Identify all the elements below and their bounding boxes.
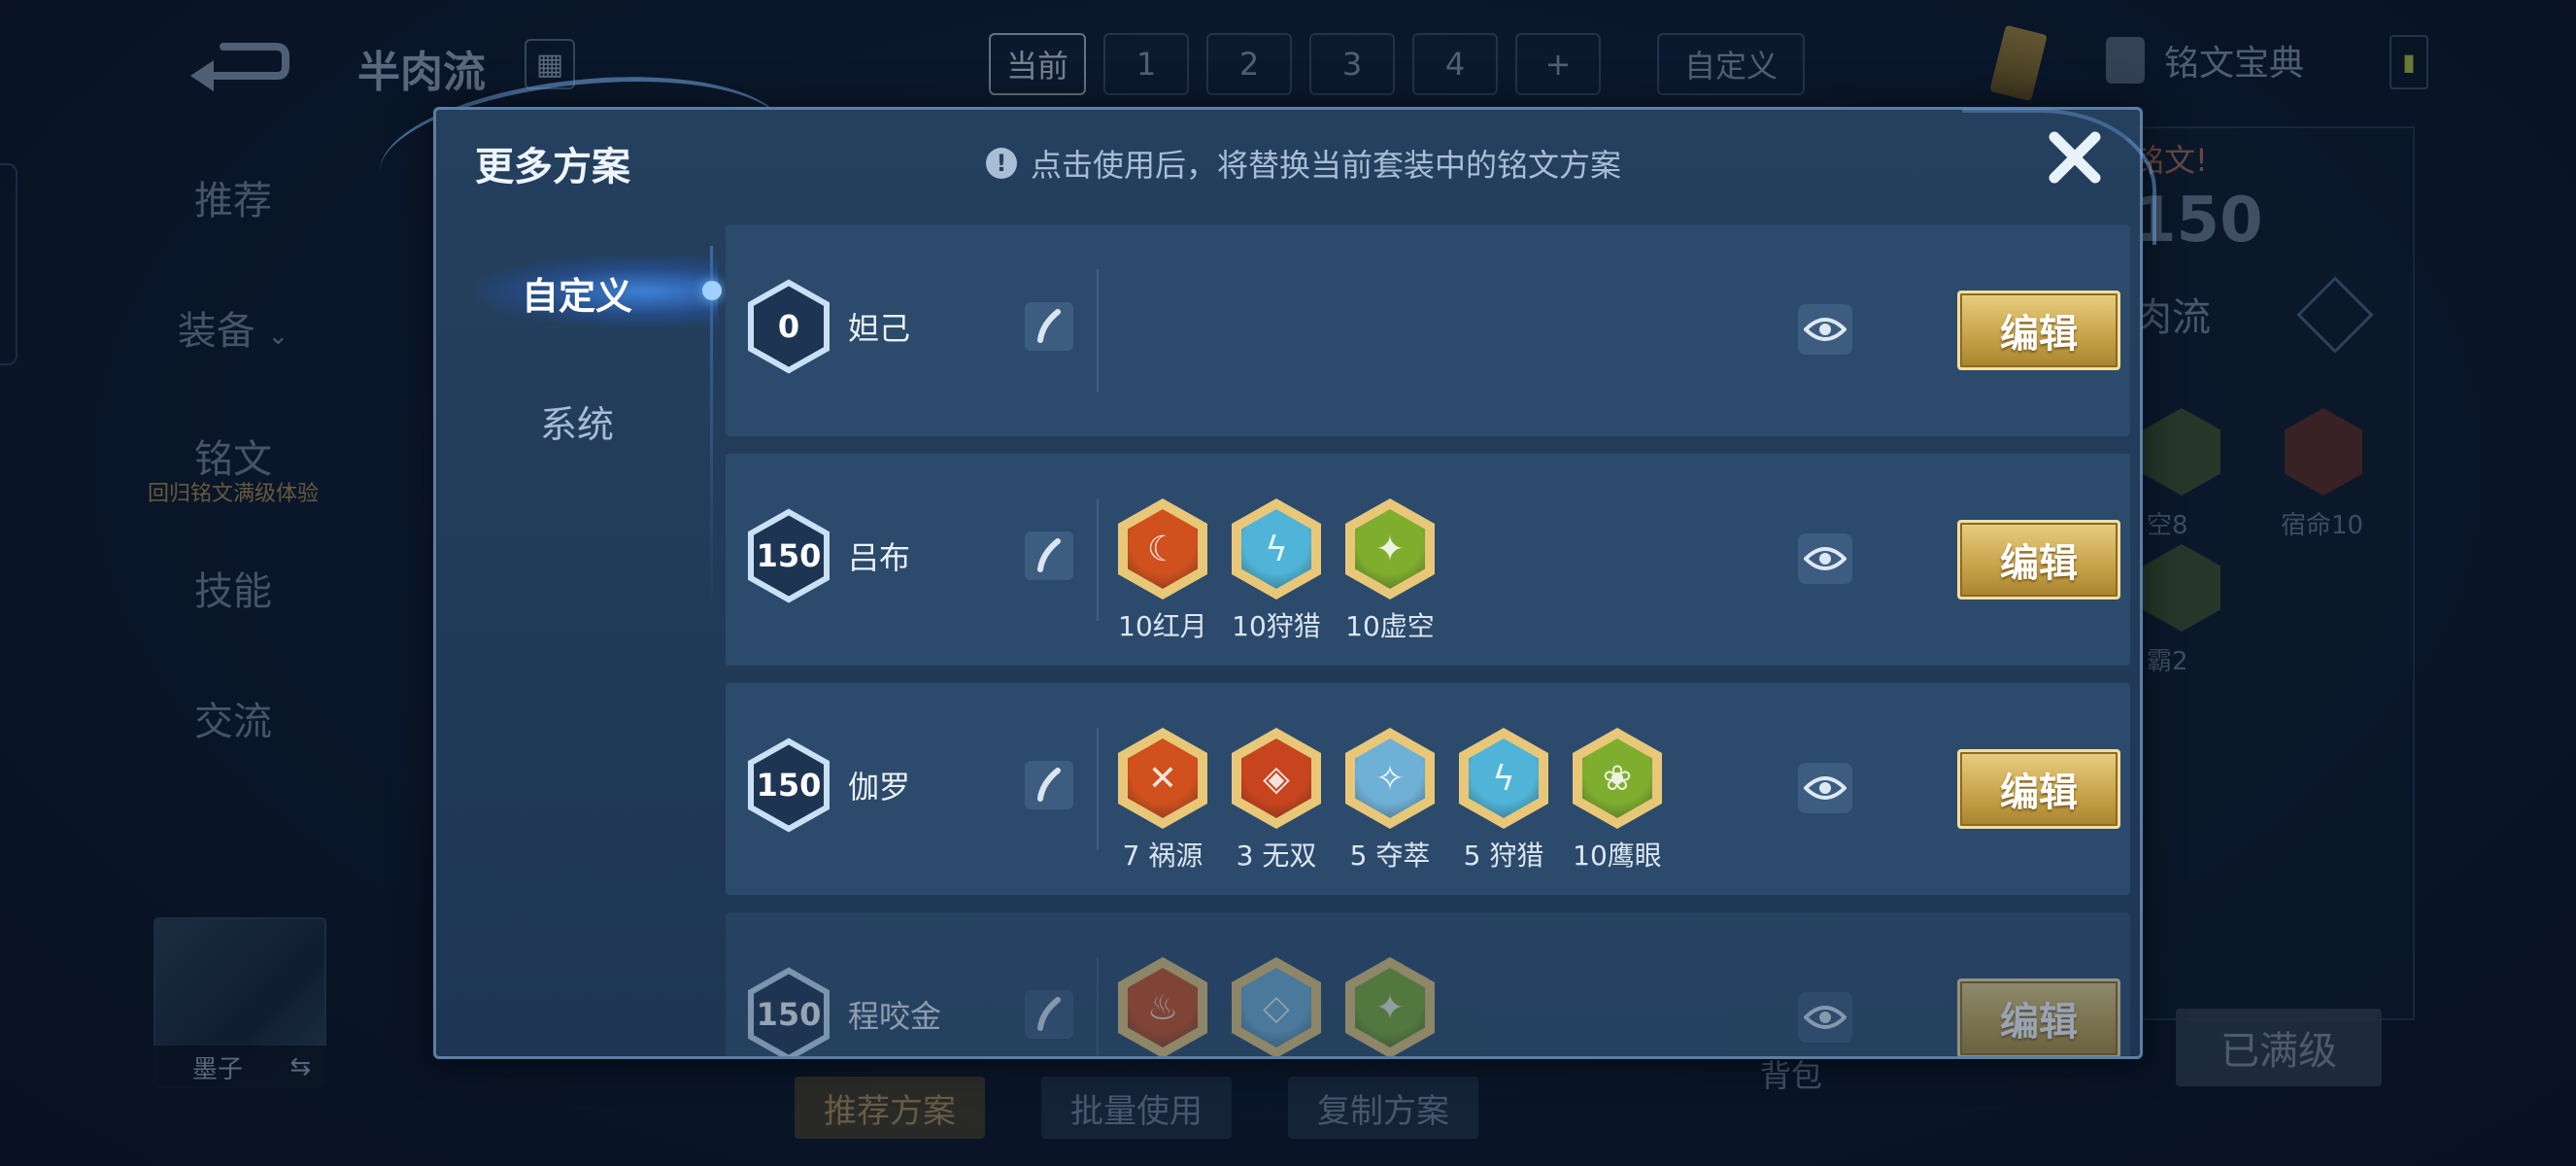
level-value: 150 [756, 996, 822, 1033]
plan-name: 吕布 [848, 539, 911, 576]
rune-label: 10红月 [1118, 610, 1207, 642]
rune-icon: ☾ [1118, 498, 1207, 600]
row-divider [1097, 957, 1099, 1056]
plan-list[interactable]: 0 妲己 编辑 150 吕布 ☾ 10红月 ϟ 10狩猎 ✦ 10虚空 编辑 1… [726, 224, 2130, 1056]
rune-icon: ✦ [1345, 498, 1435, 600]
level-badge: 0 [747, 279, 830, 374]
plan-row[interactable]: 150 伽罗 ✕ 7 祸源 ◈ 3 无双 ✧ 5 夺萃 ϟ 5 狩猎 ❀ 10鹰… [726, 683, 2130, 895]
pen-icon [1037, 538, 1061, 572]
level-badge: 150 [747, 967, 830, 1056]
rune-item[interactable]: ✦ 10虚空 [1341, 498, 1439, 644]
rune-icon: ϟ [1232, 498, 1321, 600]
rune-label: 10虚空 [1345, 610, 1435, 642]
rune-item[interactable]: ❀ 10鹰眼 [1569, 728, 1666, 874]
plan-row[interactable]: 0 妲己 编辑 [726, 224, 2130, 436]
info-icon: ! [986, 148, 1017, 179]
rune-glyph: ✕ [1128, 738, 1198, 818]
rune-icon: ✦ [1345, 957, 1435, 1056]
more-plans-dialog: 更多方案 ! 点击使用后，将替换当前套装中的铭文方案 自定义 系统 0 妲己 编… [433, 107, 2143, 1059]
preview-button[interactable] [1798, 992, 1852, 1043]
rune-item[interactable]: ϟ 10狩猎 [1228, 498, 1325, 644]
rune-glyph: ✦ [1355, 968, 1425, 1047]
rune-label: 7 祸源 [1122, 840, 1203, 872]
rune-item[interactable]: ☾ 10红月 [1114, 498, 1211, 644]
rename-button[interactable] [1025, 532, 1073, 580]
tab-system-plans[interactable]: 系统 [436, 382, 718, 460]
pen-icon [1037, 768, 1061, 802]
rename-button[interactable] [1025, 990, 1073, 1039]
tab-custom-plans[interactable]: 自定义 [436, 254, 718, 331]
plan-name: 程咬金 [848, 998, 942, 1035]
rename-button[interactable] [1025, 302, 1073, 351]
rune-icon: ◇ [1232, 957, 1321, 1056]
rune-glyph: ϟ [1469, 738, 1539, 818]
rune-item[interactable]: ϟ 5 狩猎 [1455, 728, 1552, 874]
rune-item[interactable]: ♨ [1114, 957, 1211, 1056]
rune-glyph: ◈ [1241, 738, 1311, 818]
edit-button[interactable]: 编辑 [1957, 291, 2120, 370]
rename-button[interactable] [1025, 761, 1073, 809]
rune-icon: ❀ [1573, 728, 1662, 829]
rune-list: ☾ 10红月 ϟ 10狩猎 ✦ 10虚空 [1114, 498, 1439, 644]
level-badge: 150 [747, 508, 830, 603]
rune-label: 5 狩猎 [1463, 840, 1544, 872]
rune-icon: ✕ [1118, 728, 1207, 829]
eye-icon [1804, 1006, 1847, 1029]
level-value: 150 [756, 767, 822, 804]
pen-icon [1037, 997, 1061, 1031]
eye-icon [1804, 547, 1847, 570]
edit-button[interactable]: 编辑 [1957, 520, 2120, 600]
rune-item[interactable]: ✧ 5 夺萃 [1341, 728, 1439, 874]
row-divider [1097, 498, 1099, 621]
row-divider [1097, 728, 1099, 850]
preview-button[interactable] [1798, 763, 1852, 813]
rune-label: 5 夺萃 [1349, 840, 1431, 872]
preview-button[interactable] [1798, 304, 1852, 355]
row-divider [1097, 269, 1099, 392]
edit-button[interactable]: 编辑 [1957, 749, 2120, 829]
rune-glyph: ϟ [1241, 509, 1311, 589]
rune-list: ✕ 7 祸源 ◈ 3 无双 ✧ 5 夺萃 ϟ 5 狩猎 ❀ 10鹰眼 [1114, 728, 1666, 874]
plan-name: 妲己 [848, 310, 911, 347]
eye-icon [1804, 318, 1847, 341]
level-badge: 150 [747, 737, 830, 833]
rune-item[interactable]: ◇ [1228, 957, 1325, 1056]
rune-glyph: ♨ [1128, 968, 1198, 1047]
eye-icon [1804, 776, 1847, 800]
notice-text: 点击使用后，将替换当前套装中的铭文方案 [1031, 147, 1622, 184]
rune-item[interactable]: ✦ [1341, 957, 1439, 1056]
rune-icon: ϟ [1459, 728, 1548, 829]
plan-row[interactable]: 150 吕布 ☾ 10红月 ϟ 10狩猎 ✦ 10虚空 编辑 [726, 454, 2130, 666]
rune-label: 10鹰眼 [1573, 840, 1662, 872]
preview-button[interactable] [1798, 533, 1852, 584]
rune-glyph: ☾ [1128, 509, 1198, 589]
rune-glyph: ◇ [1241, 968, 1311, 1047]
edit-button[interactable]: 编辑 [1957, 978, 2120, 1056]
rune-item[interactable]: ✕ 7 祸源 [1114, 728, 1211, 874]
rune-glyph: ❀ [1582, 738, 1652, 818]
pen-icon [1037, 309, 1061, 343]
plan-name: 伽罗 [848, 769, 911, 806]
rune-glyph: ✧ [1355, 738, 1425, 818]
rune-label: 10狩猎 [1232, 610, 1321, 642]
rune-glyph: ✦ [1355, 509, 1425, 589]
rune-item[interactable]: ◈ 3 无双 [1228, 728, 1325, 874]
level-value: 0 [777, 308, 800, 345]
dialog-header: 更多方案 ! 点击使用后，将替换当前套装中的铭文方案 [436, 110, 2140, 207]
rune-icon: ♨ [1118, 957, 1207, 1056]
rune-icon: ◈ [1232, 728, 1321, 829]
rune-list: ♨ ◇ ✦ [1114, 957, 1439, 1056]
dialog-notice: ! 点击使用后，将替换当前套装中的铭文方案 [986, 141, 1621, 186]
level-value: 150 [756, 537, 822, 574]
rune-label: 3 无双 [1236, 840, 1317, 872]
rune-icon: ✧ [1345, 728, 1435, 829]
plan-row[interactable]: 150 程咬金 ♨ ◇ ✦ 编辑 [726, 912, 2130, 1056]
dialog-title: 更多方案 [475, 145, 630, 189]
